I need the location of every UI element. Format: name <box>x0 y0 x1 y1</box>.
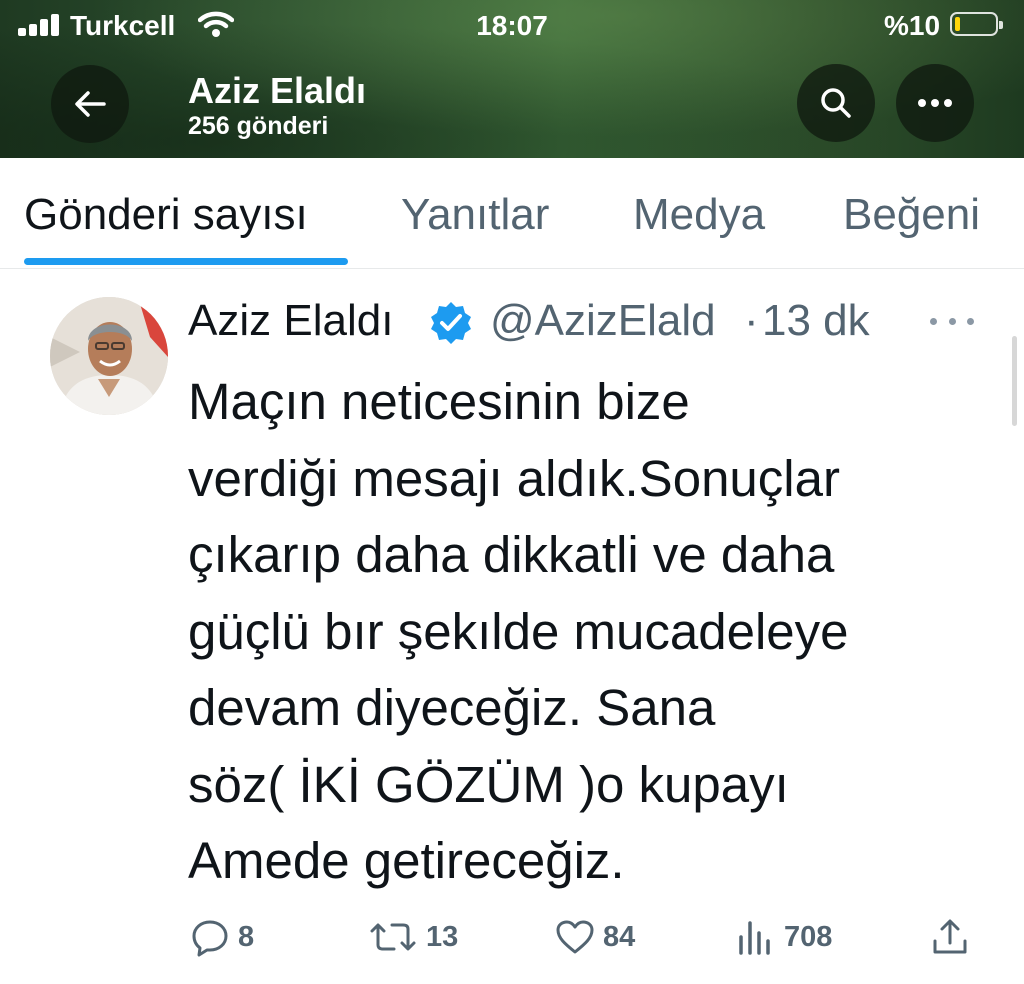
tweet-timestamp[interactable]: 13 dk <box>762 296 870 346</box>
back-arrow-icon <box>75 91 106 117</box>
retweet-button[interactable]: 13 <box>368 912 458 962</box>
search-icon <box>821 88 851 118</box>
search-button[interactable] <box>797 64 875 142</box>
active-tab-indicator <box>24 258 348 265</box>
views-count: 708 <box>784 920 833 953</box>
tab-posts[interactable]: Gönderi sayısı <box>24 190 308 240</box>
scrollbar[interactable] <box>1012 336 1017 426</box>
retweet-count: 13 <box>426 920 459 953</box>
like-count: 84 <box>603 920 636 953</box>
more-options-button[interactable] <box>896 64 974 142</box>
more-icon <box>918 99 952 107</box>
views-button[interactable]: 708 <box>736 912 832 962</box>
tab-media[interactable]: Medya <box>633 190 765 240</box>
tab-likes[interactable]: Beğeni <box>843 190 980 240</box>
clock: 18:07 <box>476 10 548 41</box>
post-count: 256 gönderi <box>188 112 329 140</box>
dot-icon <box>948 317 956 325</box>
tweet-text-line: Amede getireceğiz. <box>188 832 625 889</box>
tweet-author-name[interactable]: Aziz Elaldı <box>188 296 393 346</box>
avatar-photo <box>50 297 168 415</box>
tweet-more-button[interactable] <box>930 306 974 336</box>
tab-replies[interactable]: Yanıtlar <box>401 190 549 240</box>
tweet-text-line: verdiği mesajı aldık.Sonuçlar <box>188 449 840 507</box>
reply-count: 8 <box>238 920 255 953</box>
battery-icon <box>950 12 1003 36</box>
like-button[interactable]: 84 <box>555 912 635 962</box>
battery-percent: %10 <box>884 10 941 41</box>
share-button[interactable] <box>930 912 970 962</box>
tweet-text: Maçın neticesinin bize verdiği mesajı al… <box>188 364 988 900</box>
views-icon <box>739 921 770 955</box>
tweet-text-line: söz( İKİ GÖZÜM )o kupayı <box>188 755 789 813</box>
separator-dot: · <box>744 296 759 345</box>
status-bar: Turkcell 18:07 %10 <box>0 0 1024 52</box>
profile-header-banner: Turkcell 18:07 %10 Aziz Elaldı 256 gönde… <box>0 0 1024 158</box>
like-icon <box>556 920 594 954</box>
retweet-icon <box>370 923 416 951</box>
reply-icon <box>192 920 228 957</box>
dot-icon <box>930 317 937 325</box>
tweet-author-handle[interactable]: @AzizElald <box>490 296 716 346</box>
tweet-text-line: güçlü bır şekılde mucadeleye <box>188 602 849 660</box>
avatar[interactable] <box>50 297 168 415</box>
share-icon <box>933 919 967 954</box>
back-button[interactable] <box>51 65 129 143</box>
tweet-text-line: Maçın neticesinin bize <box>188 373 690 430</box>
profile-name: Aziz Elaldı <box>188 70 367 111</box>
tweet-actions: 8 13 84 708 <box>0 912 1024 962</box>
reply-button[interactable]: 8 <box>190 912 254 962</box>
tweet-text-line: çıkarıp daha dikkatli ve daha <box>188 526 835 583</box>
tweet-text-line: devam diyeceğiz. Sana <box>188 679 716 736</box>
profile-tabs: Gönderi sayısı Yanıtlar Medya Beğeni <box>0 158 1024 269</box>
verified-badge-icon <box>431 302 471 344</box>
dot-icon <box>967 317 974 325</box>
